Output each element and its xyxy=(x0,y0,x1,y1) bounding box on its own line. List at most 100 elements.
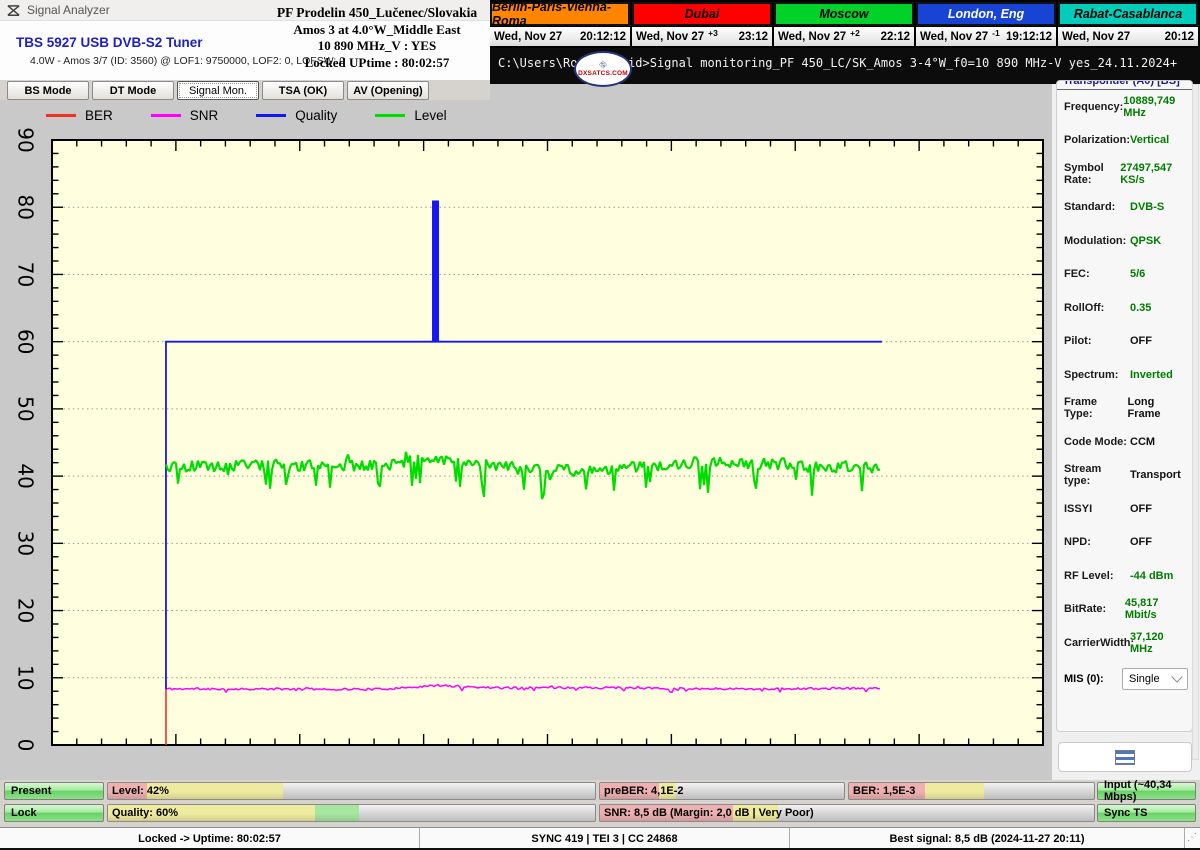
meter-fill xyxy=(925,783,984,799)
save-button[interactable] xyxy=(1058,742,1192,772)
logo-text: DXSATCS.COM xyxy=(578,70,628,77)
param-label: Pilot: xyxy=(1064,335,1130,347)
legend-label: BER xyxy=(85,108,113,123)
transponder-row: Frame Type:Long Frame xyxy=(1057,392,1192,426)
mode-tabbar: BS ModeDT ModeSignal Mon.TSA (OK)AV (Ope… xyxy=(0,80,490,100)
mis-dropdown[interactable]: Single xyxy=(1122,668,1188,690)
window-title: Signal Analyzer xyxy=(27,3,110,17)
signal-chart-area: BERSNRQualityLevel 0102030405060708090 xyxy=(0,100,1052,780)
param-label: Frequency: xyxy=(1064,101,1123,113)
meter-fill xyxy=(315,805,359,821)
param-label: Frame Type: xyxy=(1064,396,1127,420)
svg-text:30: 30 xyxy=(14,531,38,556)
meter-label: Quality: 60% xyxy=(112,807,178,819)
header-left: Signal Analyzer TBS 5927 USB DVB-S2 Tune… xyxy=(0,0,490,81)
sync-ts-badge: Sync TS xyxy=(1097,804,1196,822)
clock-city: Dubai xyxy=(632,2,772,26)
legend-swatch xyxy=(256,114,286,117)
filler xyxy=(490,84,1052,100)
param-value: QPSK xyxy=(1130,235,1161,247)
statusbar-sync: SYNC 419 | TEI 3 | CC 24868 xyxy=(420,828,790,849)
clock-time: Wed, Nov 27+323:12 xyxy=(632,26,772,46)
meter-label: Level: 42% xyxy=(112,785,169,797)
param-label: CarrierWidth: xyxy=(1064,637,1130,649)
clock-column-0: Berlin-Paris-Vienna-RomaWed, Nov 2720:12… xyxy=(490,0,632,48)
resize-grip[interactable]: ⋰ xyxy=(1187,832,1197,843)
param-label: RF Level: xyxy=(1064,570,1130,582)
input-badge: Input (~40,34 Mbps) xyxy=(1097,782,1196,800)
transponder-row: Polarization:Vertical xyxy=(1057,124,1192,158)
param-value: OFF xyxy=(1130,536,1152,548)
param-label: Standard: xyxy=(1064,201,1130,213)
statusbar-uptime: Locked -> Uptime: 80:02:57 xyxy=(0,828,420,849)
transponder-row: RF Level:-44 dBm xyxy=(1057,559,1192,593)
site-line-2: Amos 3 at 4.0°W_Middle East xyxy=(258,22,496,39)
site-line-1: PF Prodelin 450_Lučenec/Slovakia xyxy=(258,5,496,22)
legend-item-quality: Quality xyxy=(256,108,337,123)
param-label: Symbol Rate: xyxy=(1064,162,1120,186)
param-value: 37,120 MHz xyxy=(1130,631,1188,655)
clock-column-2: MoscowWed, Nov 27+222:12 xyxy=(774,0,916,48)
legend-item-ber: BER xyxy=(46,108,113,123)
legend-swatch xyxy=(46,114,76,117)
param-label: Code Mode: xyxy=(1064,436,1130,448)
param-value: Inverted xyxy=(1130,369,1173,381)
tab-signal-mon-[interactable]: Signal Mon. xyxy=(177,81,259,100)
transponder-row: ISSYIOFF xyxy=(1057,492,1192,526)
clock-city: Rabat-Casablanca xyxy=(1058,2,1198,26)
clock-city: Moscow xyxy=(774,2,914,26)
signal-monitoring-plot: 0102030405060708090 xyxy=(0,100,1052,780)
param-value: OFF xyxy=(1130,335,1152,347)
transponder-row: Modulation:QPSK xyxy=(1057,224,1192,258)
clock-time: Wed, Nov 27+222:12 xyxy=(774,26,914,46)
legend-label: SNR xyxy=(190,108,219,123)
statusbar: Locked -> Uptime: 80:02:57 SYNC 419 | TE… xyxy=(0,827,1200,849)
mis-label: MIS (0): xyxy=(1064,673,1122,685)
tab-bs-mode[interactable]: BS Mode xyxy=(7,81,89,100)
tab-dt-mode[interactable]: DT Mode xyxy=(92,81,174,100)
lock-badge: Lock xyxy=(4,804,104,822)
clock-time: Wed, Nov 2720:12:12 xyxy=(490,26,630,46)
param-value: 0.35 xyxy=(1130,302,1151,314)
param-value: Long Frame xyxy=(1127,396,1188,420)
svg-text:10: 10 xyxy=(14,665,38,690)
param-value: Vertical xyxy=(1130,134,1169,146)
satellite-dish-icon: ⛗ xyxy=(599,61,607,70)
svg-text:40: 40 xyxy=(14,463,38,488)
ber-meter: BER: 1,5E-3 xyxy=(848,782,1095,800)
tab-tsa-ok-[interactable]: TSA (OK) xyxy=(262,81,344,100)
meter-label: preBER: 4,1E-2 xyxy=(604,785,683,797)
site-line-4: Locked UPtime : 80:02:57 xyxy=(258,55,496,72)
param-label: Polarization: xyxy=(1064,134,1130,146)
transponder-panel: Transponder (A0) [BS] Frequency:10889,74… xyxy=(1052,84,1200,780)
param-value: -44 dBm xyxy=(1130,570,1173,582)
mis-row: MIS (0): Single xyxy=(1057,664,1192,694)
legend-item-snr: SNR xyxy=(151,108,219,123)
dxsatcs-logo: ⛗ DXSATCS.COM xyxy=(574,51,632,87)
param-label: FEC: xyxy=(1064,268,1130,280)
svg-text:0: 0 xyxy=(14,739,38,752)
transponder-row: Frequency:10889,749 MHz xyxy=(1057,90,1192,124)
clock-time: Wed, Nov 27-119:12:12 xyxy=(916,26,1056,46)
legend-swatch xyxy=(375,114,405,117)
param-value: 5/6 xyxy=(1130,268,1145,280)
param-label: NPD: xyxy=(1064,536,1130,548)
svg-text:70: 70 xyxy=(14,262,38,287)
param-value: 45,817 Mbit/s xyxy=(1125,597,1188,621)
param-label: ISSYI xyxy=(1064,503,1130,515)
param-label: Modulation: xyxy=(1064,235,1130,247)
tab-av-opening-[interactable]: AV (Opening) xyxy=(347,81,429,100)
svg-text:20: 20 xyxy=(14,598,38,623)
clock-column-1: DubaiWed, Nov 27+323:12 xyxy=(632,0,774,48)
panel-scrollbar[interactable] xyxy=(1192,84,1199,760)
param-value: 27497,547 KS/s xyxy=(1120,162,1188,186)
transponder-row: Code Mode:CCM xyxy=(1057,425,1192,459)
param-label: BitRate: xyxy=(1064,603,1125,615)
clock-city: London, Eng xyxy=(916,2,1056,26)
transponder-row: RollOff:0.35 xyxy=(1057,291,1192,325)
world-clocks: Berlin-Paris-Vienna-RomaWed, Nov 2720:12… xyxy=(490,0,1200,48)
param-value: CCM xyxy=(1130,436,1155,448)
param-value: OFF xyxy=(1130,503,1152,515)
save-icon xyxy=(1115,750,1135,765)
transponder-header: Transponder (A0) [BS] xyxy=(1057,80,1192,90)
